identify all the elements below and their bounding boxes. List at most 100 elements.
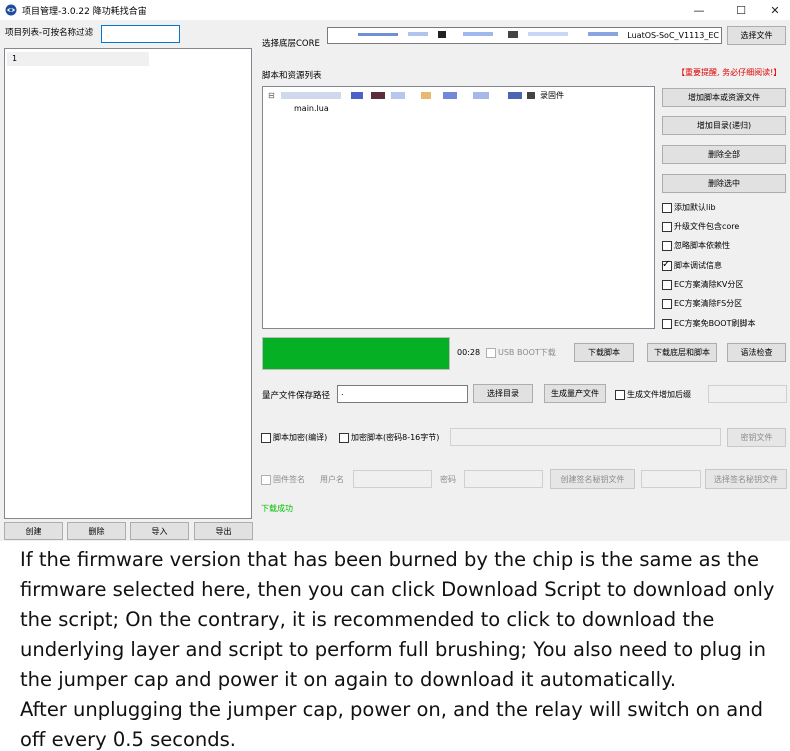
username-label: 用户名 bbox=[320, 475, 344, 484]
delete-project-button[interactable]: 删除 bbox=[67, 522, 126, 540]
option-label: USB BOOT下载 bbox=[498, 348, 556, 357]
checkbox[interactable] bbox=[662, 279, 672, 290]
add-suffix-checkbox[interactable]: 生成文件增加后缀 bbox=[615, 389, 691, 400]
sign-key-path-input[interactable] bbox=[641, 470, 701, 488]
option-label: 忽略脚本依赖性 bbox=[674, 241, 730, 250]
option-debug-info[interactable]: ✓ 脚本调试信息 bbox=[662, 259, 722, 271]
firmware-sign-checkbox[interactable]: 固件签名 bbox=[261, 474, 305, 485]
encrypt-compile-checkbox[interactable]: 脚本加密(编译) bbox=[261, 432, 327, 443]
option-ignore-deps[interactable]: 忽略脚本依赖性 bbox=[662, 240, 730, 251]
caption-paragraph: If the firmware version that has been bu… bbox=[20, 548, 775, 691]
checkbox[interactable] bbox=[339, 432, 349, 443]
mass-path-input[interactable]: . bbox=[337, 385, 468, 403]
project-list[interactable]: 1 bbox=[4, 48, 252, 519]
redacted-path bbox=[281, 92, 341, 99]
option-clear-kv[interactable]: EC方案清除KV分区 bbox=[662, 279, 743, 290]
app-window: 项目管理-3.0.22 降功耗找合宙 — ☐ ✕ 项目列表-可按名称过滤 1 创… bbox=[0, 0, 790, 541]
close-button[interactable]: ✕ bbox=[760, 0, 790, 20]
core-file-name: LuatOS-SoC_V1113_EC bbox=[627, 31, 719, 40]
usb-boot-checkbox[interactable]: USB BOOT下载 bbox=[486, 347, 556, 358]
add-directory-button[interactable]: 增加目录(递归) bbox=[662, 116, 786, 135]
option-label: 升级文件包含core bbox=[674, 222, 740, 231]
tree-item-main-lua[interactable]: main.lua bbox=[294, 104, 329, 113]
checkbox[interactable] bbox=[662, 298, 672, 309]
checkbox[interactable] bbox=[662, 221, 672, 232]
option-include-core[interactable]: 升级文件包含core bbox=[662, 221, 739, 232]
delete-selected-button[interactable]: 删除选中 bbox=[662, 174, 786, 193]
add-script-button[interactable]: 增加脚本或资源文件 bbox=[662, 88, 786, 107]
suffix-input[interactable] bbox=[708, 385, 787, 403]
project-filter-input[interactable] bbox=[101, 25, 180, 43]
option-label: 脚本加密(编译) bbox=[273, 433, 328, 442]
option-label: 添加默认lib bbox=[674, 203, 716, 212]
option-clear-fs[interactable]: EC方案清除FS分区 bbox=[662, 298, 742, 309]
select-directory-button[interactable]: 选择目录 bbox=[473, 384, 533, 403]
checkbox-checked[interactable]: ✓ bbox=[662, 259, 672, 271]
username-input[interactable] bbox=[353, 470, 432, 488]
checkbox[interactable] bbox=[261, 474, 271, 485]
delete-all-button[interactable]: 删除全部 bbox=[662, 145, 786, 164]
redacted-path bbox=[443, 92, 457, 99]
checkbox[interactable] bbox=[261, 432, 271, 443]
password-input[interactable] bbox=[464, 470, 543, 488]
maximize-button[interactable]: ☐ bbox=[726, 0, 756, 20]
encrypt-password-input[interactable] bbox=[450, 428, 721, 446]
option-label: 加密脚本(密码8-16字节) bbox=[351, 433, 440, 442]
option-label: 固件签名 bbox=[273, 475, 305, 484]
caption-block: If the firmware version that has been bu… bbox=[0, 541, 790, 751]
status-text: 下载成功 bbox=[261, 504, 293, 513]
option-label: 脚本调试信息 bbox=[674, 261, 722, 270]
option-label: EC方案清除FS分区 bbox=[674, 299, 743, 308]
mass-path-label: 量产文件保存路径 bbox=[262, 391, 331, 401]
import-project-button[interactable]: 导入 bbox=[130, 522, 189, 540]
redacted-path bbox=[351, 92, 363, 99]
redacted-path bbox=[527, 92, 535, 99]
password-label: 密码 bbox=[440, 475, 456, 484]
option-label: EC方案清除KV分区 bbox=[674, 280, 744, 289]
checkbox[interactable] bbox=[662, 318, 672, 329]
tree-root[interactable]: 录固件 bbox=[540, 90, 564, 101]
create-sign-key-button[interactable]: 创建签名秘钥文件 bbox=[550, 469, 635, 489]
option-add-default-lib[interactable]: 添加默认lib bbox=[662, 202, 716, 213]
redacted-path bbox=[508, 92, 522, 99]
redacted-path bbox=[473, 92, 489, 99]
encrypt-script-checkbox[interactable]: 加密脚本(密码8-16字节) bbox=[339, 432, 439, 443]
redacted-path bbox=[438, 31, 446, 38]
progress-fill bbox=[263, 338, 449, 369]
generate-mass-file-button[interactable]: 生成量产文件 bbox=[544, 384, 606, 403]
redacted-path bbox=[588, 32, 618, 36]
list-item[interactable]: 1 bbox=[7, 52, 149, 66]
redacted-path bbox=[358, 33, 398, 36]
checkbox[interactable] bbox=[486, 347, 496, 358]
select-sign-key-button[interactable]: 选择签名秘钥文件 bbox=[705, 469, 787, 489]
window-title: 项目管理-3.0.22 降功耗找合宙 bbox=[22, 7, 147, 17]
select-core-button[interactable]: 选择文件 bbox=[727, 26, 786, 45]
redacted-path bbox=[528, 32, 568, 36]
create-project-button[interactable]: 创建 bbox=[4, 522, 63, 540]
option-label: EC方案免BOOT刷脚本 bbox=[674, 319, 756, 328]
download-core-and-script-button[interactable]: 下载底层和脚本 bbox=[647, 343, 717, 362]
caption-paragraph: After unplugging the jumper cap, power o… bbox=[20, 698, 763, 751]
checkbox[interactable] bbox=[615, 389, 625, 400]
option-no-boot[interactable]: EC方案免BOOT刷脚本 bbox=[662, 318, 755, 329]
checkbox[interactable] bbox=[662, 240, 672, 251]
redacted-path bbox=[463, 32, 493, 36]
elapsed-time: 00:28 bbox=[457, 348, 481, 357]
minimize-button[interactable]: — bbox=[684, 0, 714, 20]
redacted-path bbox=[508, 31, 518, 38]
warning-text[interactable]: 【重要提醒, 务必仔细阅读!】 bbox=[677, 67, 781, 78]
option-label: 生成文件增加后缀 bbox=[627, 390, 691, 399]
script-tree[interactable]: ⊟ 录固件 main.lua bbox=[262, 86, 655, 329]
checkbox[interactable] bbox=[662, 202, 672, 213]
download-script-button[interactable]: 下载脚本 bbox=[574, 343, 634, 362]
title-bar: 项目管理-3.0.22 降功耗找合宙 — ☐ ✕ bbox=[0, 0, 790, 20]
project-filter-label: 项目列表-可按名称过滤 bbox=[5, 28, 94, 38]
syntax-check-button[interactable]: 语法检查 bbox=[727, 343, 786, 362]
core-label: 选择底层CORE bbox=[262, 39, 320, 49]
key-file-button[interactable]: 密钥文件 bbox=[727, 428, 786, 447]
collapse-icon[interactable]: ⊟ bbox=[268, 91, 275, 100]
app-logo-icon bbox=[5, 4, 17, 16]
scripts-label: 脚本和资源列表 bbox=[262, 71, 322, 81]
core-path-input[interactable]: LuatOS-SoC_V1113_EC bbox=[327, 27, 722, 44]
export-project-button[interactable]: 导出 bbox=[194, 522, 253, 540]
